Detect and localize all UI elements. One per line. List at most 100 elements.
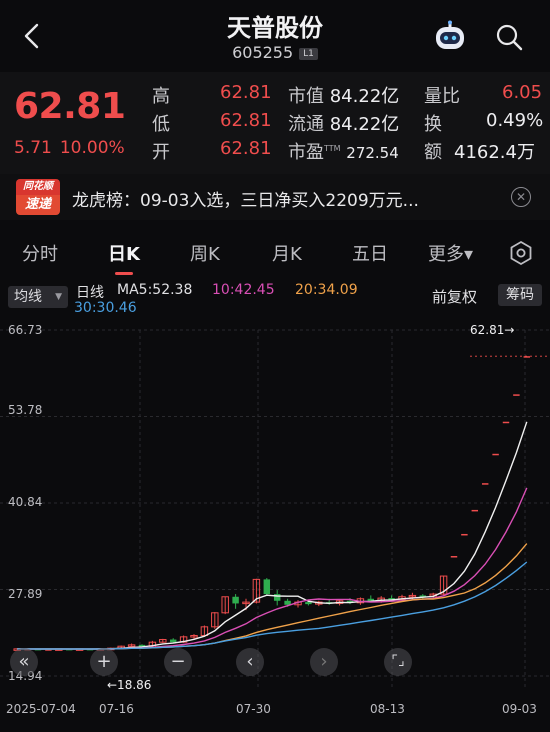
tab-weekly-k[interactable]: 周K (190, 240, 220, 266)
tab-monthly-k[interactable]: 月K (272, 240, 302, 266)
scroll-to-start-button[interactable]: « (10, 648, 38, 676)
fullscreen-button[interactable]: ⌜⌟ (384, 648, 412, 676)
ma-period-label: 日线 (76, 285, 104, 301)
low-row: 低 (152, 110, 170, 136)
pan-left-button[interactable]: ‹ (236, 648, 264, 676)
candle-body (273, 594, 281, 601)
amount-value-row: 4162.4万 (454, 138, 535, 164)
quote-panel: 62.81 5.71 10.00% 高 62.81 低 62.81 开 62.81… (0, 72, 550, 174)
candle-body (232, 596, 239, 604)
zoom-out-button[interactable]: − (164, 648, 192, 676)
amount-label: 额 (424, 142, 442, 163)
change-percent: 10.00% (59, 138, 125, 158)
stock-code-text: 605255 (232, 43, 294, 62)
x-tick-label: 08-13 (370, 702, 405, 716)
open-value-row: 62.81 (220, 138, 272, 159)
candle-body (471, 509, 479, 512)
level-tag: L1 (299, 47, 318, 60)
robot-assistant-icon[interactable] (432, 20, 468, 54)
badge-top-text: 同花顺 (16, 179, 60, 195)
tab-intraday[interactable]: 分时 (22, 240, 58, 266)
low-value-row: 62.81 (220, 110, 272, 131)
low-label: 低 (152, 114, 170, 135)
turnover-label: 换 (424, 114, 442, 135)
tab-five-day[interactable]: 五日 (352, 240, 388, 266)
indicator-selector[interactable]: 均线 ▼ (8, 286, 68, 308)
dragon-tiger-banner[interactable]: 同花顺 速递 龙虎榜：09-03入选，三日净买入2209万元... ✕ (0, 174, 550, 220)
x-tick-label: 2025-07-04 (6, 702, 76, 716)
float-row: 流通 84.22亿 (288, 110, 399, 136)
volratio-row: 量比 (424, 82, 460, 108)
tab-daily-k[interactable]: 日K (108, 240, 140, 266)
mktcap-value: 84.22亿 (329, 86, 400, 107)
turnover-row: 换 (424, 110, 442, 136)
zoom-in-button[interactable]: + (90, 648, 118, 676)
volratio-label: 量比 (424, 86, 460, 107)
volratio-value-row: 6.05 (502, 82, 542, 103)
adjust-mode[interactable]: 前复权 (432, 286, 477, 307)
high-marker-label: 62.81→ (470, 323, 515, 337)
candle-body (481, 483, 489, 485)
change-value: 5.71 (14, 138, 52, 158)
amount-value: 4162.4万 (454, 142, 535, 163)
period-tabs: 分时 日K 周K 月K 五日 更多▾ (0, 226, 550, 276)
y-tick-label: 66.73 (8, 323, 43, 337)
low-value: 62.81 (220, 110, 272, 131)
ma10-line (17, 487, 528, 650)
volratio-value: 6.05 (502, 82, 543, 103)
ma20-value: 20:34.09 (295, 282, 358, 298)
low-marker-label: ←18.86 (107, 678, 152, 692)
open-row: 开 (152, 138, 170, 164)
pe-row: 市盈TTM 272.54 (288, 138, 399, 164)
float-label: 流通 (288, 114, 324, 135)
candle-body (450, 556, 458, 558)
y-tick-label: 40.84 (8, 495, 43, 509)
high-value-row: 62.81 (220, 82, 272, 103)
x-tick-label: 07-16 (99, 702, 134, 716)
ma30-line (17, 561, 528, 650)
top-bar: 天普股份 605255 L1 (0, 0, 550, 72)
open-label: 开 (152, 142, 170, 163)
candle-body (284, 600, 291, 605)
ma30-value: 30:30.46 (74, 300, 137, 316)
high-row: 高 (152, 82, 170, 108)
candle-body (169, 639, 177, 643)
candle-body (305, 602, 312, 605)
flash-news-badge: 同花顺 速递 (16, 179, 60, 215)
last-price: 62.81 (14, 86, 126, 127)
kline-chart[interactable] (0, 318, 550, 732)
pe-value: 272.54 (346, 144, 399, 162)
pe-label: 市盈 (288, 142, 324, 163)
search-icon[interactable] (494, 22, 524, 52)
turnover-value-row: 0.49% (486, 110, 543, 131)
mktcap-row: 市值 84.22亿 (288, 82, 399, 108)
dragon-tiger-text: 龙虎榜：09-03入选，三日净买入2209万元... (72, 191, 419, 211)
settings-gear-icon[interactable] (508, 240, 534, 266)
active-tab-indicator (115, 272, 133, 275)
x-tick-label: 09-03 (502, 702, 537, 716)
candle-body (523, 356, 531, 358)
candle-body (502, 421, 510, 424)
pe-ttm-tag: TTM (324, 144, 341, 153)
close-icon[interactable]: ✕ (511, 187, 531, 207)
indicator-selector-label: 均线 (14, 289, 42, 305)
candle-body (263, 579, 271, 595)
price-change: 5.71 10.00% (14, 138, 125, 158)
high-label: 高 (152, 86, 170, 107)
high-value: 62.81 (220, 82, 272, 103)
y-tick-label: 53.78 (8, 403, 43, 417)
badge-bottom-text: 速递 (16, 195, 60, 215)
x-tick-label: 07-30 (236, 702, 271, 716)
tab-more[interactable]: 更多▾ (428, 240, 473, 266)
candle-body (461, 533, 468, 536)
turnover-value: 0.49% (486, 110, 544, 131)
amount-row: 额 (424, 138, 442, 164)
chip-distribution-button[interactable]: 筹码 (498, 284, 542, 306)
pan-right-button[interactable]: › (310, 648, 338, 676)
candle-body (513, 394, 520, 396)
float-value: 84.22亿 (329, 114, 400, 135)
ma5-value: MA5:52.38 (117, 282, 193, 298)
ma5-line (17, 421, 528, 650)
open-value: 62.81 (220, 138, 272, 159)
ma10-value: 10:42.45 (212, 282, 275, 298)
